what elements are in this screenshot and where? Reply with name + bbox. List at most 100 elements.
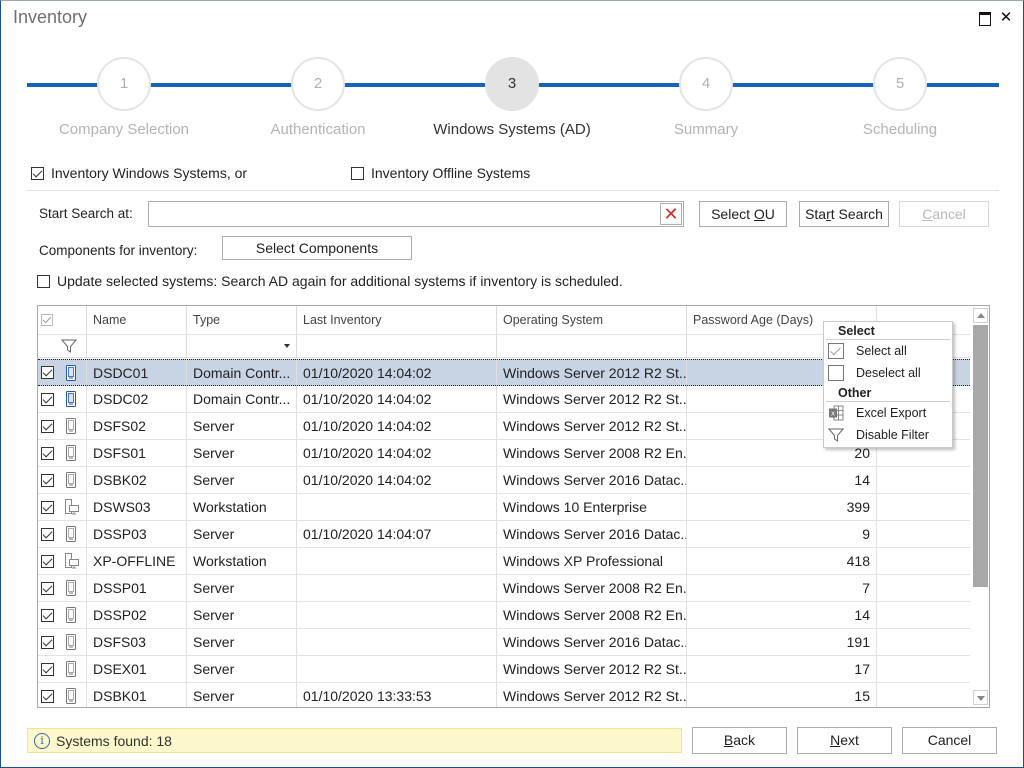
cancel-button[interactable]: Cancel [902,727,997,754]
cell-last-inventory [297,602,497,628]
menu-item-excel-export[interactable]: x Excel Export [824,402,952,424]
select-components-button[interactable]: Select Components [222,236,412,260]
cell-empty [877,656,972,682]
start-search-button[interactable]: Start Search [799,201,889,227]
menu-item-disable-filter[interactable]: Disable Filter [824,424,952,446]
table-row[interactable]: DSWS03 Workstation Windows 10 Enterprise 39… [38,494,972,521]
cell-type: Server [187,629,297,655]
menu-item-label: Select all [856,344,907,358]
cell-last-inventory: 01/10/2020 14:04:02 [297,413,497,439]
server-icon [66,634,76,650]
cell-operating-system: Windows XP Professional [497,548,687,574]
start-search-label: Start Search at: [39,206,133,221]
cancel-search-button[interactable]: Cancel [899,201,989,227]
cell-operating-system: Windows Server 2012 R2 St... [497,413,687,439]
step-summary: 4 Summary [616,57,796,138]
inventory-offline-option[interactable]: Inventory Offline Systems [351,165,530,181]
row-select-cell [38,629,87,655]
table-row[interactable]: DSSP03 Server 01/10/2020 14:04:07 Windows S… [38,521,972,548]
cell-last-inventory [297,494,497,520]
next-button[interactable]: Next [797,727,892,754]
row-checkbox[interactable] [41,527,54,541]
start-search-input[interactable]: ✕ [148,201,684,227]
workstation-icon [65,553,79,569]
cell-operating-system: Windows Server 2008 R2 En... [497,440,687,466]
cell-operating-system: Windows Server 2016 Datac... [497,467,687,493]
grid-context-menu: Select Select all Deselect all Other x E… [823,321,953,448]
cell-empty [877,467,972,493]
maximize-button[interactable] [976,9,994,27]
row-checkbox[interactable] [41,662,54,676]
row-checkbox[interactable] [41,446,54,460]
row-checkbox[interactable] [41,635,54,649]
cell-last-inventory [297,656,497,682]
cell-empty [877,602,972,628]
table-row[interactable]: XP-OFFLINE Workstation Windows XP Professi… [38,548,972,575]
select-ou-label-b: U [764,206,775,222]
back-button[interactable]: Back [692,727,787,754]
table-row[interactable]: DSSP02 Server Windows Server 2008 R2 En...… [38,602,972,629]
row-select-cell [38,521,87,547]
cell-operating-system: Windows Server 2012 R2 St... [497,656,687,682]
column-header-operating-system[interactable]: Operating System [497,306,687,334]
row-checkbox[interactable] [41,608,54,622]
select-ou-button[interactable]: Select OU [699,201,787,227]
step-authentication: 2 Authentication [228,57,408,138]
checkbox-empty-icon [828,365,844,381]
row-checkbox[interactable] [41,581,54,595]
row-checkbox[interactable] [41,392,54,406]
menu-item-select-all[interactable]: Select all [824,340,952,362]
server-icon [66,445,76,461]
cell-password-age: 399 [687,494,877,520]
checkbox-checked-icon [828,343,844,359]
filter-name[interactable] [87,335,187,357]
wizard-stepper: 1 Company Selection 2 Authentication 3 W… [27,57,999,147]
close-button[interactable]: ✕ [997,9,1015,27]
cell-password-age: 14 [687,467,877,493]
cell-last-inventory: 01/10/2020 13:33:53 [297,683,497,707]
table-row[interactable]: DSEX01 Server Windows Server 2012 R2 St...… [38,656,972,683]
header-checkbox[interactable] [41,314,53,326]
scroll-thumb[interactable] [973,325,988,587]
scroll-down-button[interactable] [973,690,988,705]
update-selected-checkbox[interactable] [37,274,50,288]
row-checkbox[interactable] [41,473,54,487]
step-circle: 4 [679,57,733,111]
column-header-last-inventory[interactable]: Last Inventory [297,306,497,334]
table-row[interactable]: DSBK01 Server 01/10/2020 13:33:53 Windows S… [38,683,972,707]
row-checkbox[interactable] [41,554,54,568]
cell-type: Server [187,656,297,682]
svg-text:x: x [831,410,835,418]
filter-last-inventory[interactable] [297,335,497,357]
update-selected-option[interactable]: Update selected systems: Search AD again… [37,273,623,289]
cell-type: Workstation [187,494,297,520]
row-checkbox[interactable] [41,689,54,703]
inventory-windows-checkbox[interactable] [31,166,44,180]
table-row[interactable]: DSBK02 Server 01/10/2020 14:04:02 Windows S… [38,467,972,494]
cell-name: DSFS02 [87,413,187,439]
cell-last-inventory [297,629,497,655]
filter-icon[interactable] [61,338,77,354]
clear-search-button[interactable]: ✕ [660,203,682,225]
vertical-scrollbar[interactable] [970,306,989,707]
table-row[interactable]: DSSP01 Server Windows Server 2008 R2 En...… [38,575,972,602]
column-header-type[interactable]: Type [187,306,297,334]
column-header-name[interactable]: Name [87,306,187,334]
cell-empty [877,575,972,601]
title-bar: Inventory ✕ [1,1,1023,35]
cell-type: Server [187,575,297,601]
header-select-all[interactable] [38,306,87,334]
row-checkbox[interactable] [41,500,54,514]
scroll-up-button[interactable] [973,308,988,323]
inventory-windows-option[interactable]: Inventory Windows Systems, or [31,165,247,181]
row-checkbox[interactable] [41,419,54,433]
start-search-label-a: Sta [805,206,827,222]
filter-operating-system[interactable] [497,335,687,357]
row-checkbox[interactable] [41,366,54,379]
menu-item-deselect-all[interactable]: Deselect all [824,362,952,384]
filter-type-dropdown[interactable] [187,335,297,357]
window-title: Inventory [13,7,88,27]
table-row[interactable]: DSFS03 Server Windows Server 2016 Datac...… [38,629,972,656]
cell-last-inventory [297,575,497,601]
inventory-offline-checkbox[interactable] [351,166,364,180]
